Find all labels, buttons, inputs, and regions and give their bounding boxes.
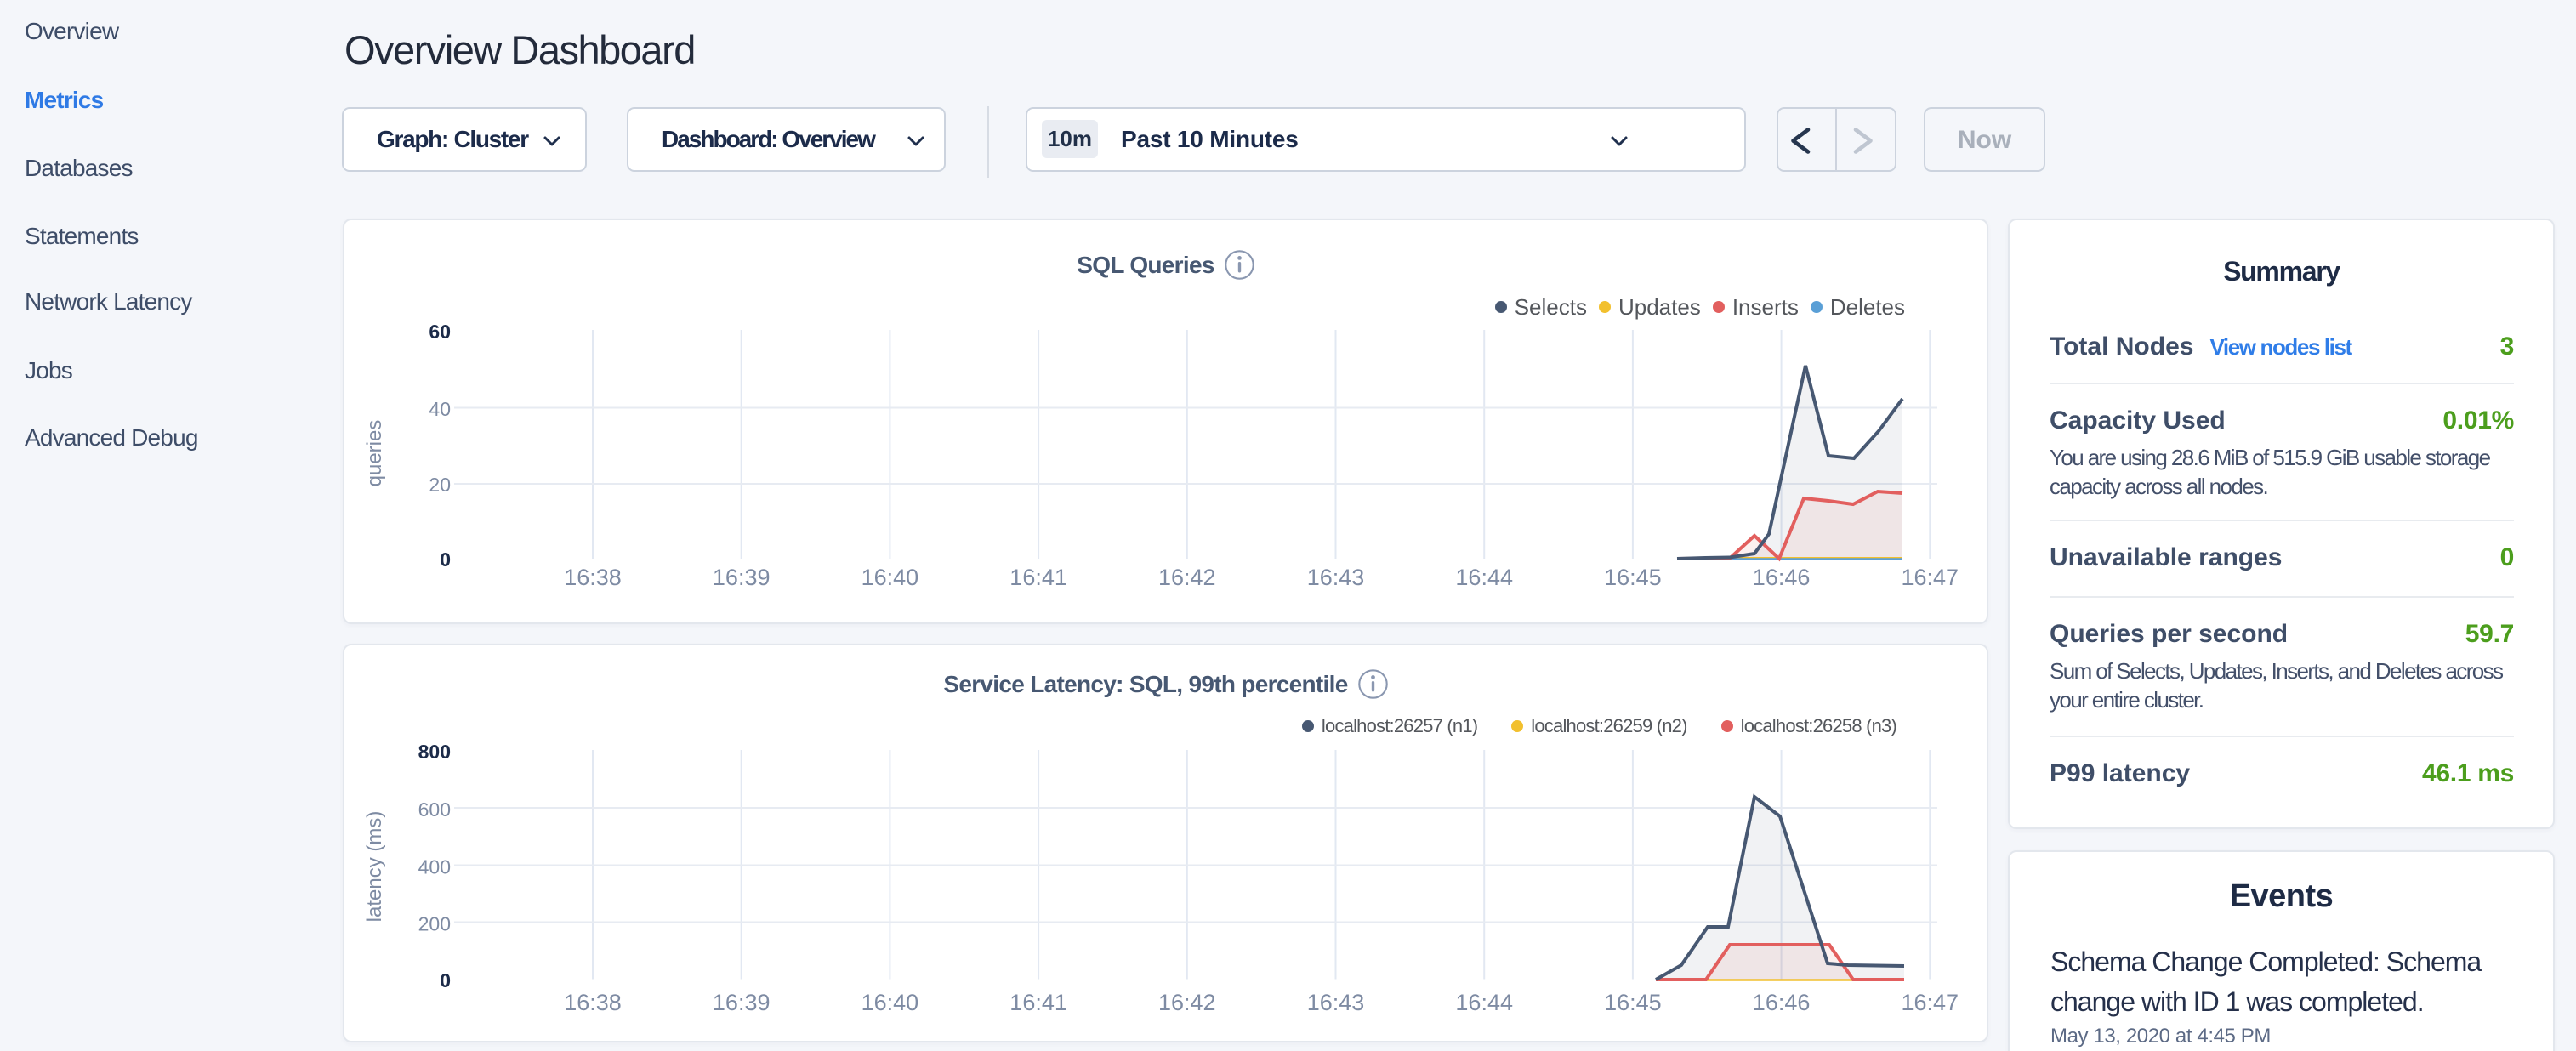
svg-text:queries: queries: [363, 420, 386, 487]
svg-text:16:44: 16:44: [1455, 565, 1513, 590]
svg-text:0: 0: [440, 548, 451, 571]
svg-text:200: 200: [418, 913, 451, 935]
svg-text:600: 600: [418, 798, 451, 821]
svg-text:latency (ms): latency (ms): [363, 811, 386, 923]
svg-text:16:46: 16:46: [1753, 565, 1811, 590]
svg-text:0: 0: [440, 969, 451, 991]
svg-text:60: 60: [429, 321, 451, 343]
svg-text:16:39: 16:39: [713, 565, 771, 590]
svg-text:800: 800: [418, 741, 451, 763]
svg-text:16:45: 16:45: [1604, 565, 1662, 590]
svg-text:16:42: 16:42: [1158, 990, 1216, 1015]
svg-text:400: 400: [418, 856, 451, 878]
svg-text:16:39: 16:39: [713, 990, 771, 1015]
svg-text:16:38: 16:38: [564, 990, 622, 1015]
svg-text:16:46: 16:46: [1753, 990, 1811, 1015]
svg-text:16:40: 16:40: [862, 565, 919, 590]
svg-text:16:40: 16:40: [862, 990, 919, 1015]
svg-text:16:38: 16:38: [564, 565, 622, 590]
svg-text:16:43: 16:43: [1307, 990, 1365, 1015]
svg-text:16:42: 16:42: [1158, 565, 1216, 590]
svg-text:20: 20: [429, 474, 451, 496]
svg-text:16:45: 16:45: [1604, 990, 1662, 1015]
svg-text:16:41: 16:41: [1009, 990, 1067, 1015]
svg-text:16:44: 16:44: [1455, 990, 1513, 1015]
svg-text:16:41: 16:41: [1009, 565, 1067, 590]
svg-text:16:43: 16:43: [1307, 565, 1365, 590]
svg-text:16:47: 16:47: [1902, 565, 1959, 590]
svg-text:40: 40: [429, 398, 451, 420]
svg-text:16:47: 16:47: [1902, 990, 1959, 1015]
